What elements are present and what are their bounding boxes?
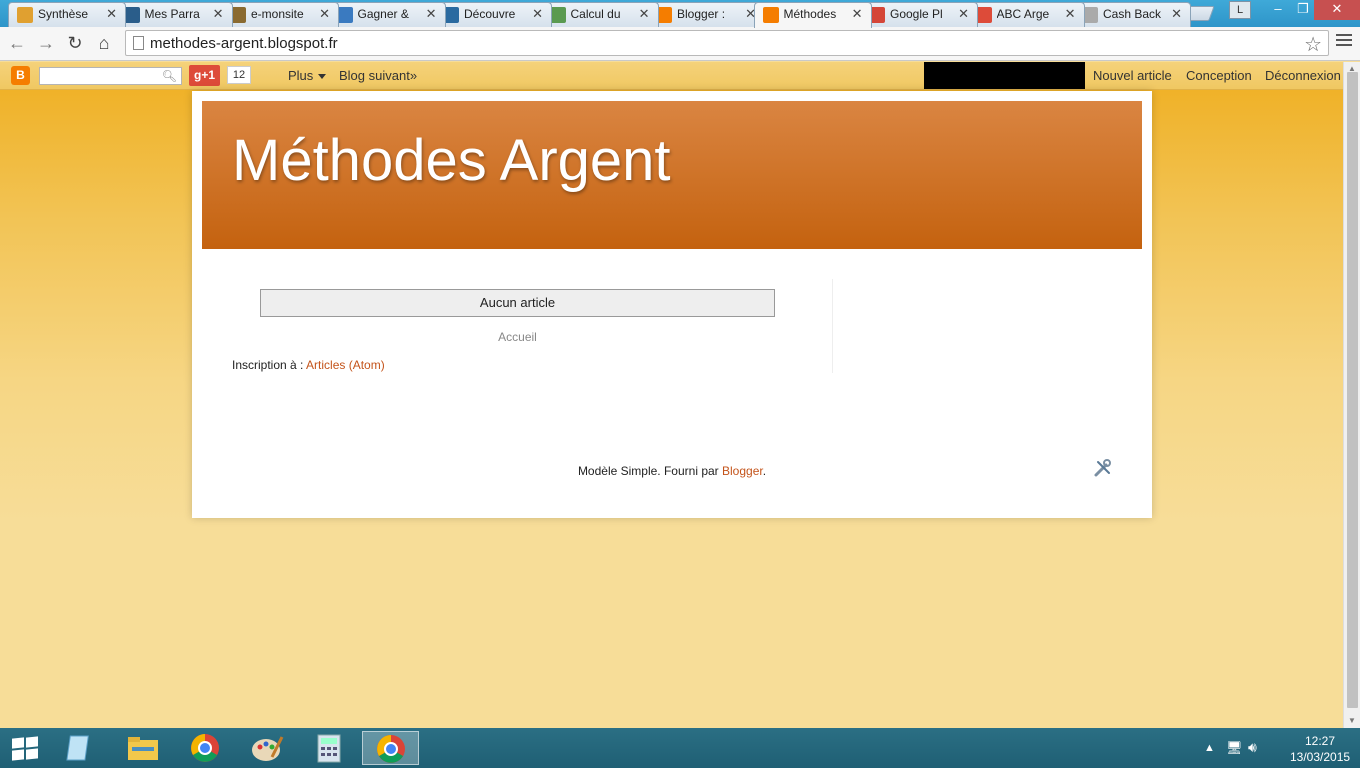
close-tab-icon[interactable]: ✕ xyxy=(958,6,969,22)
reload-button[interactable]: ↻ xyxy=(64,32,86,54)
maximize-button[interactable]: ❐ xyxy=(1292,0,1314,20)
browser-tab[interactable]: Synthèse ✕ xyxy=(8,2,126,27)
tools-icon[interactable] xyxy=(1093,458,1113,478)
navbar-search-input[interactable]: 🔍︎ xyxy=(39,67,182,85)
blogger-navbar: B 🔍︎ g+1 12 Plus Blog suivant» Nouvel ar… xyxy=(0,62,1343,90)
tab-title: ABC Arge xyxy=(996,7,1050,21)
close-window-button[interactable]: ✕ xyxy=(1314,0,1360,20)
footer-end: . xyxy=(762,464,767,478)
profile-button[interactable]: L xyxy=(1229,1,1251,19)
close-tab-icon[interactable]: ✕ xyxy=(639,6,650,22)
close-tab-icon[interactable]: ✕ xyxy=(1171,6,1182,22)
tab-title: Gagner & xyxy=(357,7,409,21)
volume-icon[interactable]: 🔊︎ xyxy=(1248,739,1257,756)
chrome-active-taskbar-icon[interactable] xyxy=(362,731,419,765)
gplus-count: 12 xyxy=(227,66,251,84)
no-posts-message: Aucun article xyxy=(260,289,775,317)
network-icon[interactable]: 🖥︎ xyxy=(1226,740,1243,756)
blog-container: Méthodes Argent Aucun article Accueil In… xyxy=(192,91,1152,518)
chart-icon xyxy=(17,7,33,23)
minimize-button[interactable]: – xyxy=(1264,0,1292,20)
blog-footer: Modèle Simple. Fourni par Blogger. xyxy=(192,464,1152,478)
tab-title: Synthèse xyxy=(38,7,89,21)
blogger-icon xyxy=(762,7,779,23)
browser-tab[interactable]: Gagner & ✕ xyxy=(327,2,446,27)
chevron-down-icon[interactable] xyxy=(318,74,326,79)
vertical-scrollbar[interactable]: ▲ ▼ xyxy=(1343,62,1360,728)
address-bar[interactable]: methodes-argent.blogspot.fr ☆ xyxy=(125,30,1329,56)
tab-title: Méthodes xyxy=(783,7,837,21)
scroll-down-icon[interactable]: ▼ xyxy=(1348,716,1356,725)
blogger-logo-icon[interactable]: B xyxy=(11,66,30,85)
browser-toolbar: ← → ↻ ⌂ methodes-argent.blogspot.fr ☆ xyxy=(0,27,1360,61)
url-text[interactable]: methodes-argent.blogspot.fr xyxy=(150,35,338,52)
atom-feed-link[interactable]: Articles (Atom) xyxy=(306,358,385,372)
forward-button[interactable]: → xyxy=(35,32,57,54)
close-tab-icon[interactable]: ✕ xyxy=(213,6,224,22)
tab-title: Blogger : xyxy=(677,7,726,21)
browser-tab[interactable]: ABC Arge ✕ xyxy=(966,2,1085,27)
close-tab-icon[interactable]: ✕ xyxy=(532,6,543,22)
browser-tab[interactable]: Mes Parra ✕ xyxy=(114,2,233,27)
browser-tab[interactable]: Google Pl ✕ xyxy=(860,2,978,27)
browser-tab[interactable]: Cash Back ✕ xyxy=(1073,2,1191,27)
browser-tab[interactable]: Méthodes ✕ xyxy=(753,2,872,28)
clock-time: 12:27 xyxy=(1304,734,1336,748)
logout-link[interactable]: Déconnexion xyxy=(1265,68,1341,83)
file-explorer-taskbar-icon[interactable] xyxy=(122,731,164,765)
search-icon[interactable]: 🔍︎ xyxy=(162,69,177,83)
scrollbar-thumb[interactable] xyxy=(1347,72,1358,708)
chrome-taskbar-icon[interactable] xyxy=(184,731,226,765)
windows-taskbar: ▲ 🖥︎ 🔊︎ 12:27 13/03/2015 xyxy=(0,728,1360,768)
tray-expand-icon[interactable]: ▲ xyxy=(1204,742,1215,754)
tab-title: Calcul du xyxy=(570,7,621,21)
back-button[interactable]: ← xyxy=(6,32,28,54)
tab-title: Découvre xyxy=(464,7,516,21)
tab-title: Mes Parra xyxy=(144,7,200,21)
footer-label: Modèle Simple. Fourni par xyxy=(577,464,723,478)
page-viewport: B 🔍︎ g+1 12 Plus Blog suivant» Nouvel ar… xyxy=(0,62,1343,728)
more-menu[interactable]: Plus xyxy=(288,68,313,83)
home-button[interactable]: ⌂ xyxy=(93,32,115,54)
design-link[interactable]: Conception xyxy=(1186,68,1252,83)
sidebar-divider xyxy=(832,279,833,373)
gplus-button[interactable]: g+1 xyxy=(189,65,220,86)
paint-taskbar-icon[interactable] xyxy=(246,731,288,765)
browser-tab[interactable]: Calcul du ✕ xyxy=(540,2,659,27)
page-icon xyxy=(133,36,144,50)
blog-header: Méthodes Argent xyxy=(202,101,1142,249)
tab-title: Cash Back xyxy=(1103,7,1162,21)
home-link[interactable]: Accueil xyxy=(260,330,775,344)
browser-tab[interactable]: Blogger : ✕ xyxy=(647,2,765,27)
tab-strip: Synthèse ✕ Mes Parra ✕ e-monsite ✕ Gagner & ✕ Dé… xyxy=(0,0,1360,28)
system-clock[interactable]: 12:27 13/03/2015 xyxy=(1290,733,1350,765)
new-post-link[interactable]: Nouvel article xyxy=(1093,68,1172,83)
close-tab-icon[interactable]: ✕ xyxy=(319,6,330,22)
chrome-menu-button[interactable] xyxy=(1336,34,1352,49)
browser-tab[interactable]: Découvre ✕ xyxy=(434,2,552,27)
start-button[interactable] xyxy=(12,736,38,761)
next-blog-link[interactable]: Blog suivant» xyxy=(339,68,417,83)
clock-date: 13/03/2015 xyxy=(1290,750,1351,764)
bookmark-star-icon[interactable]: ☆ xyxy=(1304,32,1322,57)
tab-title: e-monsite xyxy=(251,7,304,21)
redacted-block xyxy=(924,62,1085,89)
close-tab-icon[interactable]: ✕ xyxy=(426,6,437,22)
browser-tab[interactable]: e-monsite ✕ xyxy=(221,2,339,27)
notepad-taskbar-icon[interactable] xyxy=(60,731,102,765)
close-tab-icon[interactable]: ✕ xyxy=(852,6,863,22)
subscribe-label: Inscription à : xyxy=(232,358,307,372)
calculator-taskbar-icon[interactable] xyxy=(308,731,350,765)
close-tab-icon[interactable]: ✕ xyxy=(1065,6,1076,22)
subscribe-line: Inscription à : Articles (Atom) xyxy=(232,358,385,372)
close-tab-icon[interactable]: ✕ xyxy=(106,6,117,22)
blogger-link[interactable]: Blogger xyxy=(722,464,763,478)
tab-title: Google Pl xyxy=(890,7,943,21)
blog-title[interactable]: Méthodes Argent xyxy=(232,127,671,194)
